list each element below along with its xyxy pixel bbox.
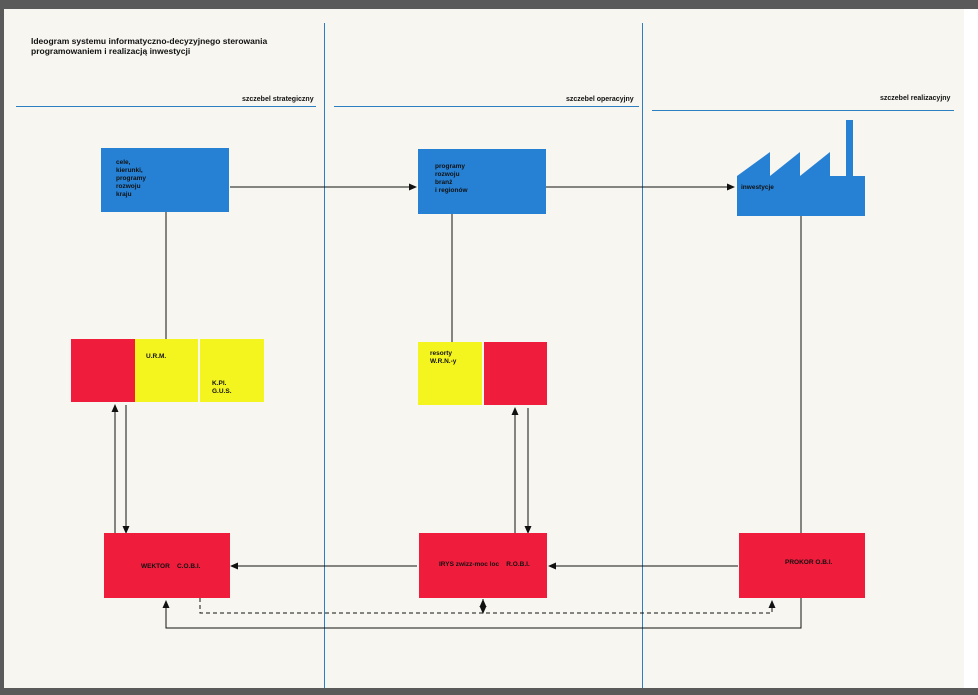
diagram-sheet: Ideogram systemu informatyczno-decyzyjne… [4, 9, 964, 688]
kpl-gus-box: K.Pl. G.U.S. [200, 339, 264, 402]
irys-label: IRYS zwizz-moc loc R.O.B.I. [439, 561, 530, 568]
wektor-label: WEKTOR C.O.B.I. [141, 563, 201, 570]
programs-label: programy rozwoju branż i regionów [435, 163, 468, 194]
prokor-box: PROKOR O.B.I. [739, 533, 865, 598]
resorty-box: resorty W.R.N.-y [418, 342, 482, 405]
goals-label: cele, kierunki, programy rozwoju kraju [116, 159, 146, 198]
urm-box: U.R.M. [135, 339, 198, 402]
investments-box: inwestycje [737, 112, 865, 216]
page-edge [964, 9, 978, 688]
irys-box: IRYS zwizz-moc loc R.O.B.I. [419, 533, 547, 598]
urm-label: U.R.M. [146, 353, 167, 360]
programs-box: programy rozwoju branż i regionów [418, 149, 546, 214]
operational-red-block [484, 342, 547, 405]
investments-label: inwestycje [741, 184, 774, 191]
dashed-link [199, 598, 776, 614]
resorty-label: resorty W.R.N.-y [430, 350, 457, 365]
goals-box: cele, kierunki, programy rozwoju kraju [101, 148, 229, 212]
factory-icon [737, 120, 865, 216]
wektor-box: WEKTOR C.O.B.I. [104, 533, 230, 598]
prokor-label: PROKOR O.B.I. [785, 559, 833, 566]
strategic-red-block [71, 339, 135, 402]
kpl-gus-label: K.Pl. G.U.S. [212, 380, 232, 395]
